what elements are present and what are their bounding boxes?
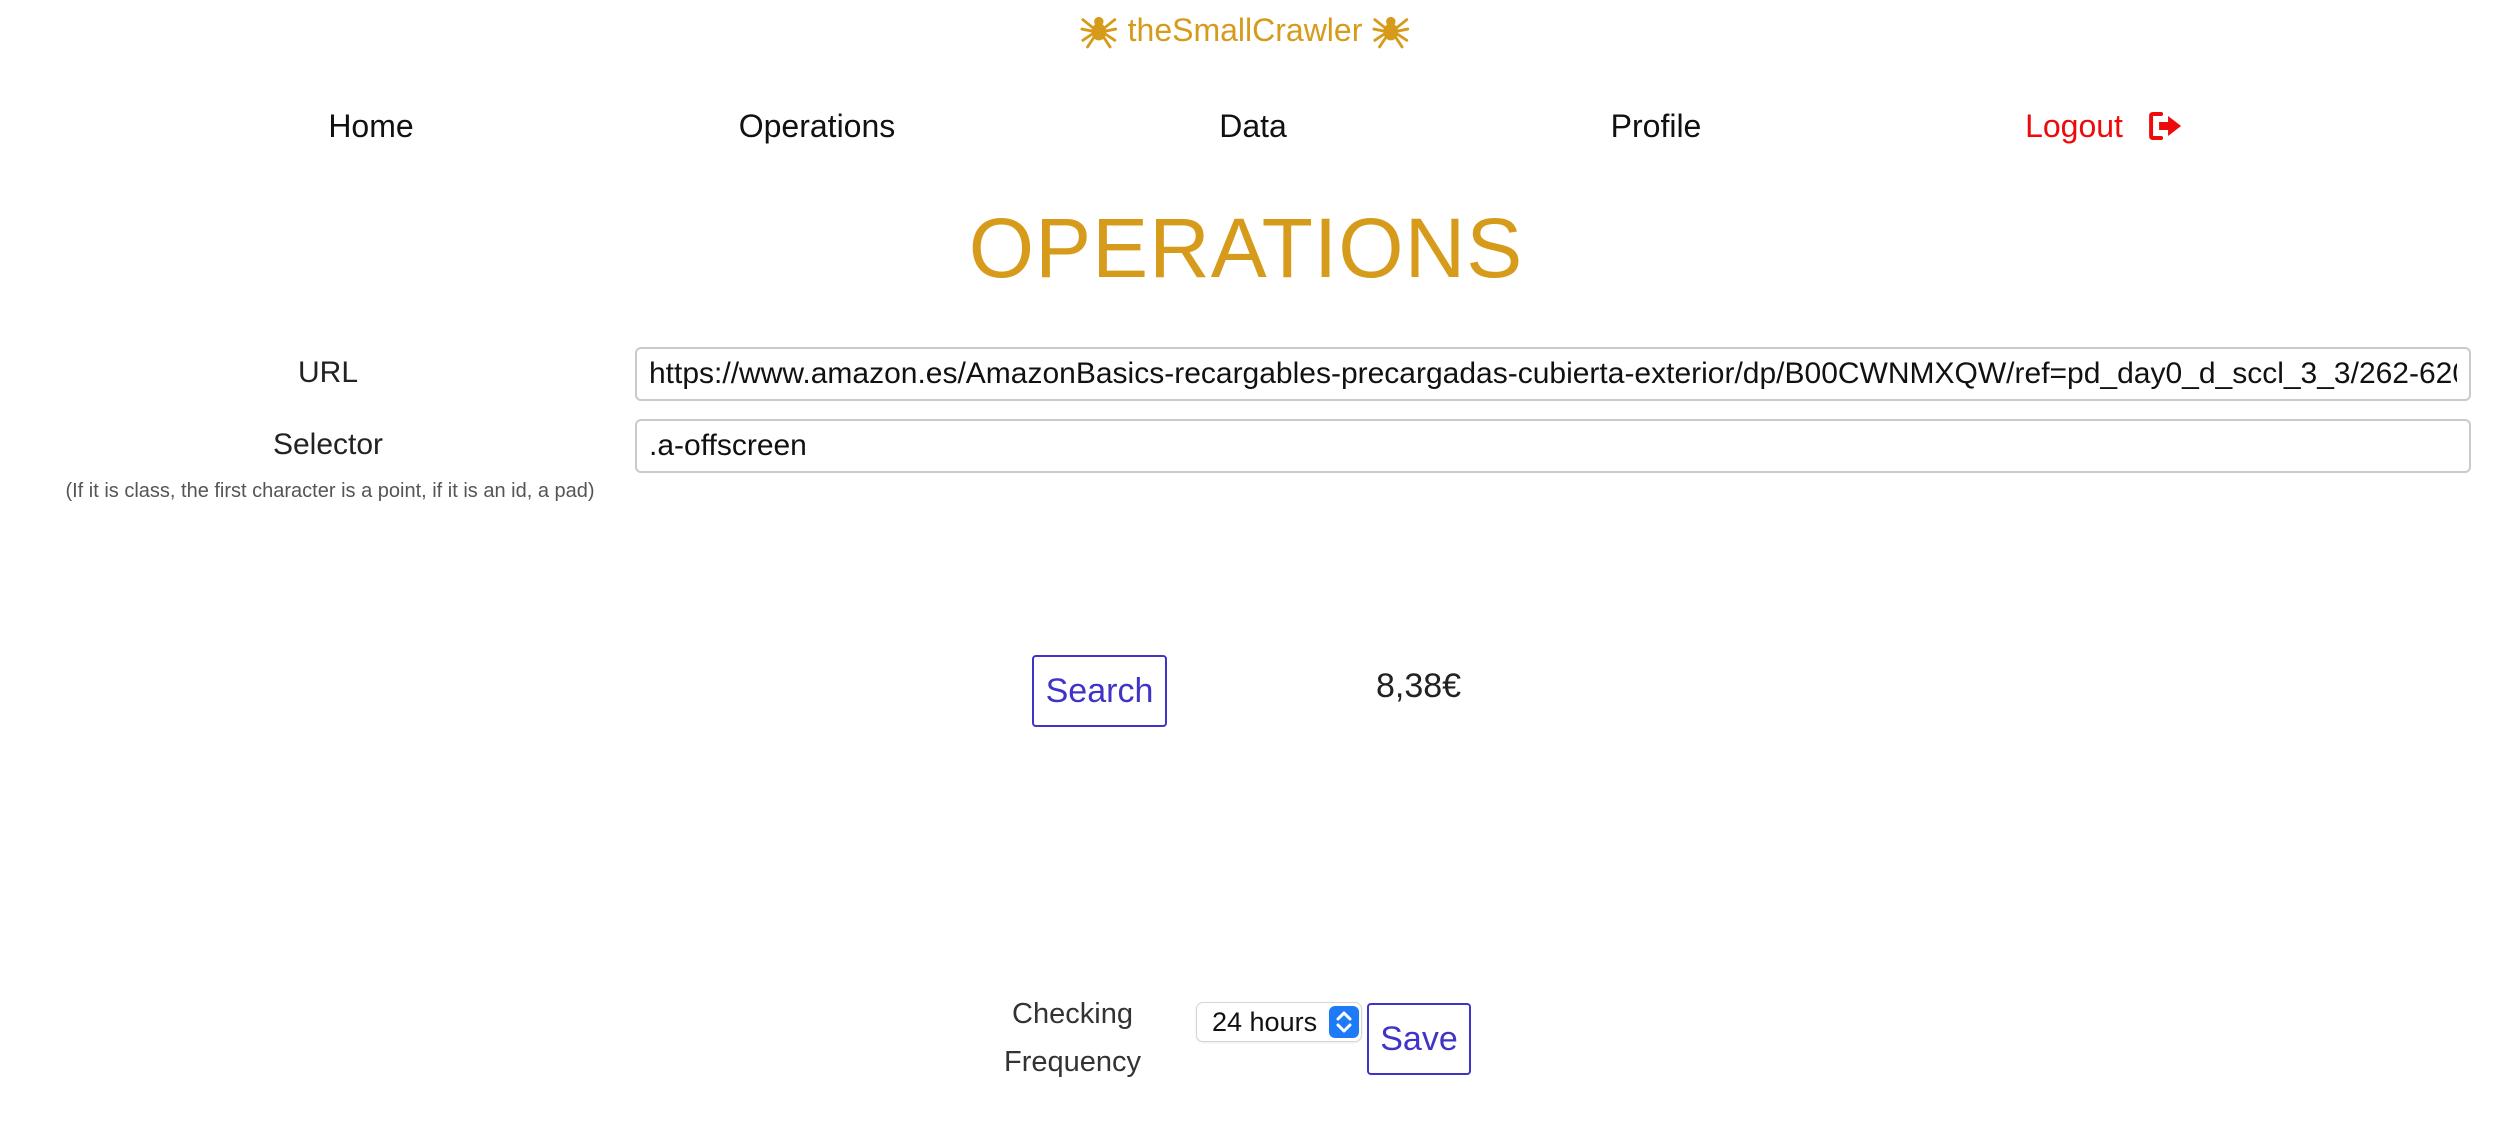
brand-name: theSmallCrawler (1127, 11, 1363, 48)
url-label: URL (297, 356, 358, 389)
sign-out-icon (2148, 112, 2181, 140)
nav-operations[interactable]: Operations (739, 104, 896, 148)
frequency-selected-value: 24 hours (1212, 1006, 1318, 1037)
logout-label: Logout (2025, 108, 2123, 144)
url-input[interactable] (635, 347, 2471, 401)
nav-logout[interactable]: Logout (2025, 104, 2183, 148)
nav-data[interactable]: Data (1219, 104, 1287, 148)
frequency-label-line2: Frequency (1003, 1046, 1141, 1078)
checking-frequency-label: Checking Frequency (990, 990, 1155, 1086)
selector-hint: (If it is class, the first character is … (65, 480, 595, 502)
frequency-select[interactable]: 24 hours (1196, 1002, 1362, 1042)
selector-label: Selector (272, 428, 384, 461)
frequency-label-line1: Checking (1012, 998, 1133, 1030)
search-result-value: 8,38€ (1376, 667, 1462, 705)
spider-icon (1372, 16, 1410, 49)
save-button[interactable]: Save (1367, 1003, 1471, 1075)
chevron-updown-icon (1329, 1006, 1359, 1038)
selector-input[interactable] (635, 419, 2471, 473)
nav-profile[interactable]: Profile (1611, 104, 1702, 148)
nav-home[interactable]: Home (328, 104, 413, 148)
spider-icon (1080, 16, 1118, 49)
brand-title: theSmallCrawler (1080, 8, 1410, 52)
search-button[interactable]: Search (1032, 655, 1167, 727)
page-title: OPERATIONS (968, 201, 1524, 295)
